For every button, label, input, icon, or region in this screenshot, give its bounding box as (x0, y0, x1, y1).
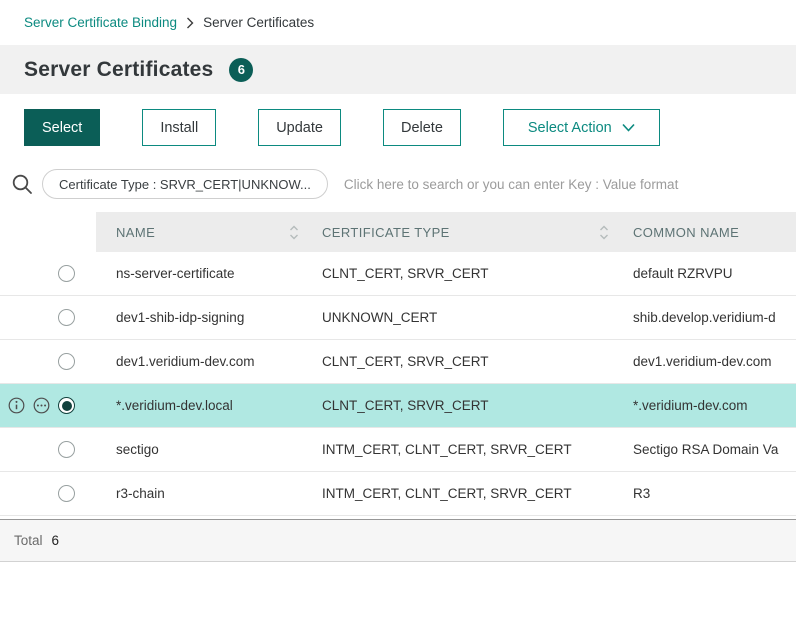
total-label: Total (14, 533, 43, 548)
cell-name: *.veridium-dev.local (96, 398, 306, 413)
table-row[interactable]: sectigo INTM_CERT, CLNT_CERT, SRVR_CERT … (0, 428, 796, 472)
row-gutter-cell (0, 441, 96, 458)
row-radio[interactable] (58, 441, 75, 458)
record-count-badge: 6 (229, 58, 253, 82)
cell-name: ns-server-certificate (96, 266, 306, 281)
cell-name: r3-chain (96, 486, 306, 501)
column-header-label: NAME (116, 225, 289, 240)
table-row[interactable]: *.veridium-dev.local CLNT_CERT, SRVR_CER… (0, 384, 796, 428)
breadcrumb-separator-icon (186, 17, 194, 29)
certificate-type-filter-chip[interactable]: Certificate Type : SRVR_CERT|UNKNOW... (42, 169, 328, 199)
more-actions-icon[interactable] (33, 397, 50, 414)
cell-common-name: *.veridium-dev.com (616, 398, 796, 413)
row-gutter-cell (0, 397, 96, 414)
table-header: NAME CERTIFICATE TYPE COMMON NAME (0, 212, 796, 252)
cell-certificate-type: INTM_CERT, CLNT_CERT, SRVR_CERT (306, 442, 616, 457)
certificates-table: NAME CERTIFICATE TYPE COMMON NAME (0, 212, 796, 516)
cell-common-name: Sectigo RSA Domain Va (616, 442, 796, 457)
table-row[interactable]: ns-server-certificate CLNT_CERT, SRVR_CE… (0, 252, 796, 296)
cell-certificate-type: CLNT_CERT, SRVR_CERT (306, 354, 616, 369)
table-body: ns-server-certificate CLNT_CERT, SRVR_CE… (0, 252, 796, 516)
search-bar: Certificate Type : SRVR_CERT|UNKNOW... (0, 160, 796, 212)
select-action-dropdown[interactable]: Select Action (503, 109, 660, 146)
select-action-label: Select Action (528, 120, 612, 136)
cell-certificate-type: CLNT_CERT, SRVR_CERT (306, 266, 616, 281)
cell-common-name: dev1.veridium-dev.com (616, 354, 796, 369)
cell-common-name: R3 (616, 486, 796, 501)
table-row[interactable]: dev1-shib-idp-signing UNKNOWN_CERT shib.… (0, 296, 796, 340)
cell-name: dev1-shib-idp-signing (96, 310, 306, 325)
column-header-label: COMMON NAME (633, 225, 796, 240)
sort-icon[interactable] (289, 224, 299, 241)
search-icon (8, 173, 36, 196)
breadcrumb-current: Server Certificates (203, 15, 314, 30)
row-gutter-cell (0, 309, 96, 326)
total-value: 6 (52, 533, 60, 548)
install-button[interactable]: Install (142, 109, 216, 146)
toolbar: Select Install Update Delete Select Acti… (0, 94, 796, 160)
search-input[interactable] (344, 177, 772, 192)
cell-certificate-type: CLNT_CERT, SRVR_CERT (306, 398, 616, 413)
cell-common-name: default RZRVPU (616, 266, 796, 281)
column-header-label: CERTIFICATE TYPE (322, 225, 599, 240)
page-title: Server Certificates (24, 58, 213, 82)
row-radio[interactable] (58, 309, 75, 326)
row-radio[interactable] (58, 485, 75, 502)
breadcrumb-link-server-certificate-binding[interactable]: Server Certificate Binding (24, 15, 177, 30)
sort-icon[interactable] (599, 224, 609, 241)
row-gutter-cell (0, 353, 96, 370)
chevron-down-icon (622, 123, 635, 132)
total-bar: Total 6 (0, 519, 796, 562)
column-header-name[interactable]: NAME (96, 212, 306, 252)
row-radio[interactable] (58, 353, 75, 370)
cell-certificate-type: INTM_CERT, CLNT_CERT, SRVR_CERT (306, 486, 616, 501)
cell-certificate-type: UNKNOWN_CERT (306, 310, 616, 325)
select-button[interactable]: Select (24, 109, 100, 146)
column-header-certificate-type[interactable]: CERTIFICATE TYPE (306, 212, 616, 252)
info-icon[interactable] (8, 397, 25, 414)
cell-name: dev1.veridium-dev.com (96, 354, 306, 369)
cell-common-name: shib.develop.veridium-d (616, 310, 796, 325)
row-radio[interactable] (58, 397, 75, 414)
column-header-common-name[interactable]: COMMON NAME (616, 212, 796, 252)
header-gutter-cell (0, 212, 96, 252)
row-radio[interactable] (58, 265, 75, 282)
title-bar: Server Certificates 6 (0, 45, 796, 94)
update-button[interactable]: Update (258, 109, 341, 146)
delete-button[interactable]: Delete (383, 109, 461, 146)
row-gutter-cell (0, 485, 96, 502)
cell-name: sectigo (96, 442, 306, 457)
table-row[interactable]: dev1.veridium-dev.com CLNT_CERT, SRVR_CE… (0, 340, 796, 384)
table-row[interactable]: r3-chain INTM_CERT, CLNT_CERT, SRVR_CERT… (0, 472, 796, 516)
breadcrumb: Server Certificate Binding Server Certif… (0, 0, 796, 45)
row-gutter-cell (0, 265, 96, 282)
